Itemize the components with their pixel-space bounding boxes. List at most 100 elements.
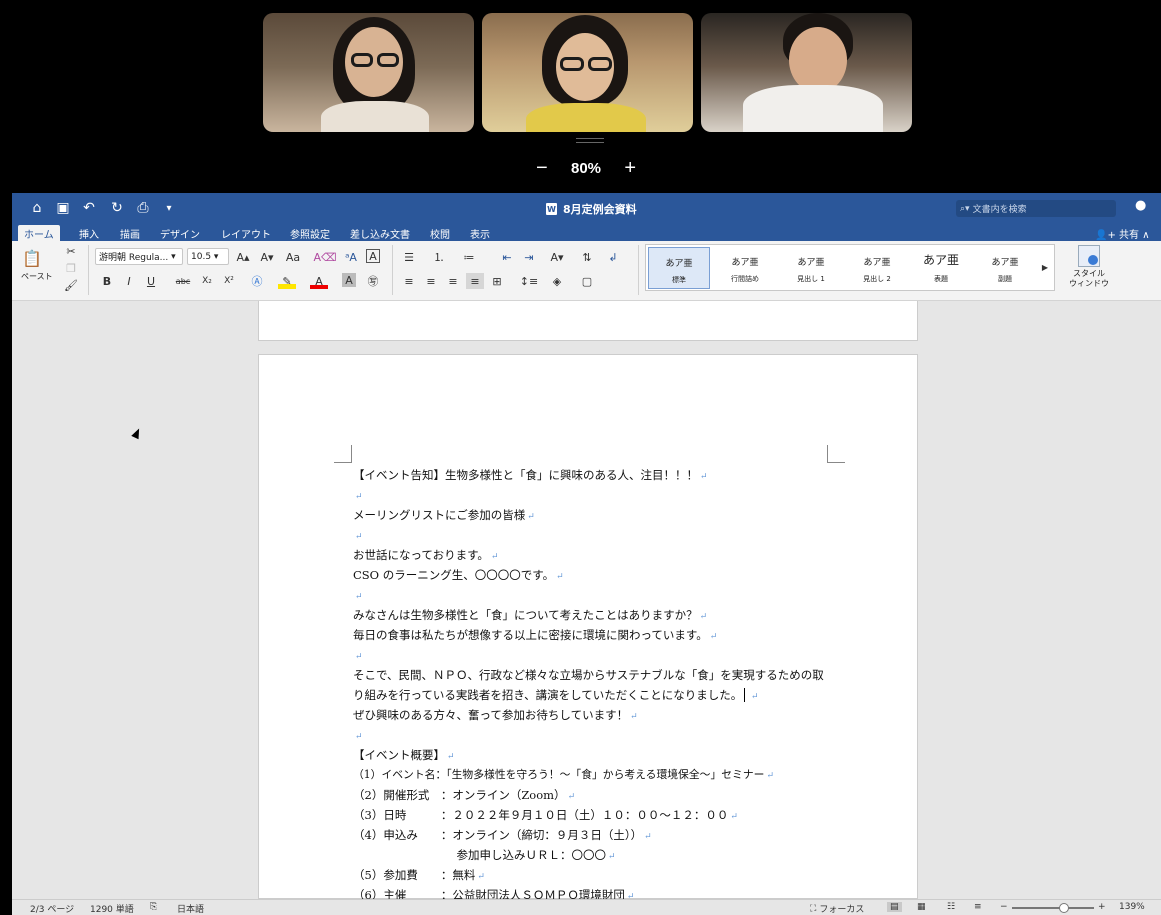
paragraph: みなさんは生物多様性と「食」について考えたことはありますか？ ↵ <box>353 608 708 622</box>
tab-review[interactable]: 校閲 <box>424 225 456 241</box>
word-window: ⌂ ▣ ↶ ↻ ⎙ ▾ W 8月定例会資料 ⌕▾ 文書内を検索 ● ホーム 挿入… <box>12 193 1161 915</box>
tab-mailings[interactable]: 差し込み文書 <box>344 225 416 241</box>
distributed-icon[interactable]: ⊞ <box>488 273 506 289</box>
proofing-icon[interactable]: ⎘ <box>150 902 157 912</box>
character-border-icon[interactable]: A <box>366 249 380 263</box>
title-bar: ⌂ ▣ ↶ ↻ ⎙ ▾ W 8月定例会資料 ⌕▾ 文書内を検索 ● <box>12 193 1161 223</box>
clear-format-icon[interactable]: A⌫ <box>313 249 336 265</box>
justify-icon[interactable]: ≡ <box>466 273 484 289</box>
style-title[interactable]: あア亜 表題 <box>910 247 972 289</box>
divider <box>638 245 639 295</box>
customize-toolbar-icon[interactable]: ▾ <box>160 200 178 216</box>
paragraph: そこで、民間、ＮＰＯ、行政など様々な立場からサステナブルな「食」を実現するための… <box>353 668 824 682</box>
focus-mode[interactable]: ⛶ フォーカス <box>810 902 864 915</box>
paragraph: 参加申し込みＵＲＬ：〇〇〇 ↵ <box>353 848 616 862</box>
bold-button[interactable]: B <box>98 273 116 289</box>
paragraph: ↵ <box>355 492 363 502</box>
subscript-button[interactable]: X₂ <box>198 273 216 289</box>
participant-video-3[interactable] <box>701 13 912 132</box>
participant-video-1[interactable] <box>263 13 474 132</box>
style-normal[interactable]: あア亜 標準 <box>648 247 710 289</box>
search-field[interactable]: ⌕▾ 文書内を検索 <box>956 200 1116 217</box>
line-spacing-icon[interactable]: ↕≡ <box>520 273 538 289</box>
zoom-percent[interactable]: 139% <box>1119 902 1145 912</box>
italic-button[interactable]: I <box>120 273 138 289</box>
paragraph: 【イベント概要】 ↵ <box>353 748 455 762</box>
undo-icon[interactable]: ↶ <box>80 200 98 216</box>
web-layout-icon[interactable]: ▦ <box>917 902 926 912</box>
multilevel-list-icon[interactable]: ≔ <box>460 249 478 265</box>
font-name-select[interactable]: 游明朝 Regula... ▾ <box>95 248 183 265</box>
underline-button[interactable]: U <box>142 273 160 289</box>
borders-icon[interactable]: ▢ <box>578 273 596 289</box>
paragraph: 毎日の食事は私たちが想像する以上に密接に環境に関わっています。 ↵ <box>353 628 718 642</box>
save-icon[interactable]: ▣ <box>54 200 72 216</box>
style-window-button[interactable]: スタイル ウィンドウ <box>1064 245 1114 289</box>
tab-layout[interactable]: レイアウト <box>215 225 277 241</box>
document-page[interactable]: 【イベント告知】生物多様性と「食」に興味のある人、注目！！！ ↵ ↵ メーリングリ… <box>258 354 918 902</box>
tab-references[interactable]: 参照設定 <box>284 225 336 241</box>
share-button[interactable]: 👤+ 共有 ∧ <box>1095 226 1150 241</box>
account-icon[interactable]: ● <box>1135 198 1153 216</box>
asian-layout-icon[interactable]: A▾ <box>548 249 566 265</box>
zoom-in-button[interactable]: + <box>624 157 636 180</box>
styles-more-icon[interactable]: ▶ <box>1036 259 1054 275</box>
outline-view-icon[interactable]: ☷ <box>947 902 955 912</box>
style-heading-2[interactable]: あア亜 見出し 2 <box>846 247 908 289</box>
font-size-select[interactable]: 10.5 ▾ <box>187 248 229 265</box>
numbering-icon[interactable]: ⒈ <box>430 249 448 265</box>
shrink-font-icon[interactable]: A▾ <box>258 249 276 265</box>
style-no-spacing[interactable]: あア亜 行間詰め <box>714 247 776 289</box>
phonetic-guide-icon[interactable]: ᵃA <box>342 249 360 265</box>
language-indicator[interactable]: 日本語 <box>177 902 204 915</box>
zoom-out-button[interactable]: − <box>536 157 548 180</box>
strikethrough-button[interactable]: abc <box>172 273 194 289</box>
text-cursor <box>744 688 749 702</box>
decrease-indent-icon[interactable]: ⇤ <box>498 249 516 265</box>
print-layout-icon[interactable]: ▤ <box>887 902 902 912</box>
font-color-icon[interactable]: A <box>310 273 328 289</box>
zoom-in-icon[interactable]: + <box>1098 902 1106 912</box>
change-case-icon[interactable]: Aa <box>284 249 302 265</box>
print-icon[interactable]: ⎙ <box>134 200 152 216</box>
paste-icon[interactable]: 📋 <box>22 247 42 269</box>
align-left-icon[interactable]: ≡ <box>400 273 418 289</box>
tab-view[interactable]: 表示 <box>464 225 496 241</box>
word-count[interactable]: 1290 単語 <box>90 902 134 915</box>
enclose-character-icon[interactable]: ㊢ <box>364 273 382 289</box>
bullets-icon[interactable]: ☰ <box>400 249 418 265</box>
align-right-icon[interactable]: ≡ <box>444 273 462 289</box>
superscript-button[interactable]: X² <box>220 273 238 289</box>
highlight-icon[interactable]: ✎ <box>278 273 296 289</box>
previous-page-bottom <box>258 301 918 341</box>
align-center-icon[interactable]: ≡ <box>422 273 440 289</box>
character-shading-icon[interactable]: A <box>342 273 356 287</box>
style-heading-1[interactable]: あア亜 見出し 1 <box>780 247 842 289</box>
copy-icon[interactable]: ❐ <box>62 260 80 276</box>
increase-indent-icon[interactable]: ⇥ <box>520 249 538 265</box>
paragraph: （4）申込み ：オンライン（締切：９月３日（土）） ↵ <box>353 828 652 842</box>
zoom-out-icon[interactable]: − <box>1000 902 1008 912</box>
show-marks-icon[interactable]: ↲ <box>604 249 622 265</box>
tab-design[interactable]: デザイン <box>154 225 206 241</box>
draft-view-icon[interactable]: ≡ <box>974 902 982 912</box>
tab-draw[interactable]: 描画 <box>114 225 146 241</box>
grow-font-icon[interactable]: A▴ <box>234 249 252 265</box>
document-body[interactable]: 【イベント告知】生物多様性と「食」に興味のある人、注目！！！ ↵ ↵ メーリングリ… <box>353 465 833 905</box>
style-subtitle[interactable]: あア亜 副題 <box>974 247 1036 289</box>
cut-icon[interactable]: ✂ <box>62 243 80 259</box>
style-window-icon <box>1078 245 1100 267</box>
sort-icon[interactable]: ⇅ <box>578 249 596 265</box>
home-icon[interactable]: ⌂ <box>28 200 46 216</box>
zoom-slider[interactable] <box>1012 903 1094 913</box>
tab-insert[interactable]: 挿入 <box>73 225 105 241</box>
text-effects-icon[interactable]: Ⓐ <box>248 273 266 289</box>
zoom-slider-knob[interactable] <box>1059 903 1069 913</box>
format-painter-icon[interactable]: 🖌 <box>62 277 80 293</box>
participant-video-2[interactable] <box>482 13 693 132</box>
tab-home[interactable]: ホーム <box>18 225 60 241</box>
shading-icon[interactable]: ◈ <box>548 273 566 289</box>
page-count[interactable]: 2/3 ページ <box>30 902 74 915</box>
drag-handle[interactable] <box>576 138 604 143</box>
redo-icon[interactable]: ↻ <box>108 200 126 216</box>
